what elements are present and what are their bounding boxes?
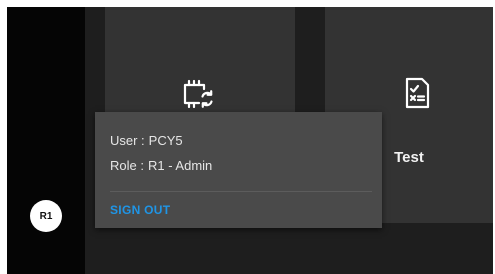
- user-menu-popup: User : PCY5 Role : R1 - Admin SIGN OUT: [95, 112, 382, 228]
- role-row: Role : R1 - Admin: [110, 158, 212, 173]
- sign-out-button[interactable]: SIGN OUT: [110, 203, 170, 217]
- user-label: User :: [110, 133, 145, 148]
- user-row: User : PCY5: [110, 133, 183, 148]
- menu-divider: [110, 191, 372, 192]
- chip-sync-icon: [183, 79, 213, 109]
- side-rail: R1: [7, 7, 85, 274]
- app-screen: R1 Test User: PCY5 Role: R1 - Admin SI…: [7, 7, 493, 274]
- user-avatar[interactable]: R1: [30, 200, 62, 232]
- user-value: PCY5: [148, 133, 183, 148]
- role-value: R1 - Admin: [147, 158, 213, 173]
- role-label: Role :: [110, 158, 144, 173]
- checklist-icon: [405, 77, 430, 109]
